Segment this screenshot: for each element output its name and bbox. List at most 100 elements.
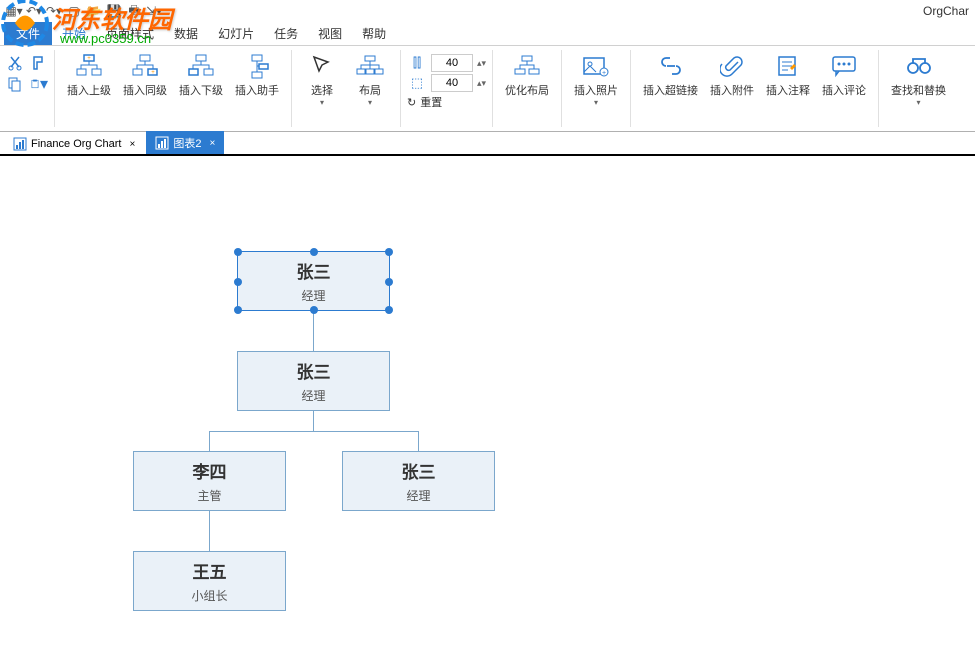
insert-hyperlink-button[interactable]: 插入超链接 [637, 50, 704, 100]
connector [209, 431, 419, 432]
node-name: 张三 [297, 358, 331, 383]
menu-start[interactable]: 开始 [52, 22, 96, 45]
quick-access-toolbar: ▦▾ ↶▾ ↷▾ ▢ 📂 💾 🖶 ⇲▾ [6, 3, 162, 19]
node-name: 张三 [402, 458, 436, 483]
titlebar: ▦▾ ↶▾ ↷▾ ▢ 📂 💾 🖶 ⇲▾ OrgChar [0, 0, 975, 22]
tab-label: 图表2 [173, 135, 201, 151]
superior-icon: + [73, 52, 105, 80]
node-name: 张三 [297, 258, 331, 283]
comment-icon [828, 52, 860, 80]
select-button[interactable]: 选择 ▾ [298, 50, 346, 109]
attachment-icon [716, 52, 748, 80]
menu-data[interactable]: 数据 [164, 22, 208, 45]
selection-handle[interactable] [234, 278, 242, 286]
assistant-icon [241, 52, 273, 80]
org-node-selected[interactable]: 张三 经理 [237, 251, 390, 311]
note-icon [772, 52, 804, 80]
cut-icon[interactable] [6, 54, 24, 72]
h-spacing-icon: ⫿⫿ [407, 55, 427, 71]
optimize-layout-button[interactable]: 优化布局 [499, 50, 555, 100]
connector [418, 431, 419, 451]
selection-handle[interactable] [234, 306, 242, 314]
undo-icon[interactable]: ↶▾ [26, 3, 42, 19]
stepper-icon[interactable]: ▴▾ [477, 78, 486, 89]
connector [313, 411, 314, 431]
binoculars-icon [903, 52, 935, 80]
reset-button[interactable]: ↻ 重置 [407, 94, 486, 110]
select-icon [306, 52, 338, 80]
menu-file[interactable]: 文件 [4, 22, 52, 45]
close-icon[interactable]: × [209, 138, 215, 149]
format-painter-icon[interactable] [30, 54, 48, 72]
find-group: 查找和替换 ▾ [879, 50, 958, 127]
select-layout-group: 选择 ▾ 布局 ▾ [292, 50, 401, 127]
optimize-group: 优化布局 [493, 50, 562, 127]
menu-slideshow[interactable]: 幻灯片 [208, 22, 264, 45]
qat-icon-1[interactable]: ▦▾ [6, 3, 22, 19]
node-title: 经理 [301, 287, 325, 304]
org-node[interactable]: 李四 主管 [133, 451, 286, 511]
node-title: 经理 [406, 487, 430, 504]
svg-text:+: + [602, 70, 606, 77]
insert-peer-button[interactable]: + 插入同级 [117, 50, 173, 100]
stepper-icon[interactable]: ▴▾ [477, 58, 486, 69]
svg-text:+: + [151, 70, 155, 76]
menu-help[interactable]: 帮助 [352, 22, 396, 45]
menu-page-style[interactable]: 页面样式 [96, 22, 164, 45]
node-title: 小组长 [191, 587, 227, 604]
canvas[interactable]: 张三 经理 张三 经理 李四 主管 张三 经理 王五 小组长 [0, 156, 975, 646]
insert-comment-button[interactable]: 插入评论 [816, 50, 872, 100]
clipboard-group: ▾ [0, 50, 55, 127]
image-icon: + [580, 52, 612, 80]
export-icon[interactable]: ⇲▾ [146, 3, 162, 19]
tab-finance[interactable]: Finance Org Chart × [4, 133, 144, 154]
open-icon[interactable]: 📂 [86, 3, 102, 19]
sub-icon [185, 52, 217, 80]
selection-handle[interactable] [385, 278, 393, 286]
selection-handle[interactable] [385, 248, 393, 256]
new-icon[interactable]: ▢ [66, 3, 82, 19]
close-icon[interactable]: × [129, 139, 135, 150]
menu-view[interactable]: 视图 [308, 22, 352, 45]
connector [313, 311, 314, 351]
node-title: 主管 [197, 487, 221, 504]
selection-handle[interactable] [234, 248, 242, 256]
insert-image-button[interactable]: + 插入照片 ▾ [568, 50, 624, 109]
org-node[interactable]: 王五 小组长 [133, 551, 286, 611]
insert-group: + 插入上级 + 插入同级 插入下级 插入助手 [55, 50, 292, 127]
image-group: + 插入照片 ▾ [562, 50, 631, 127]
tab-chart2[interactable]: 图表2 × [146, 131, 224, 154]
org-node[interactable]: 张三 经理 [237, 351, 390, 411]
redo-icon[interactable]: ↷▾ [46, 3, 62, 19]
selection-handle[interactable] [310, 306, 318, 314]
insert-note-button[interactable]: 插入注释 [760, 50, 816, 100]
svg-text:+: + [87, 56, 91, 62]
layout-button[interactable]: 布局 ▾ [346, 50, 394, 109]
insert-attachment-button[interactable]: 插入附件 [704, 50, 760, 100]
node-name: 王五 [193, 558, 227, 583]
chart-doc-icon [155, 136, 169, 150]
print-icon[interactable]: 🖶 [126, 3, 142, 19]
menu-task[interactable]: 任务 [264, 22, 308, 45]
menubar: 文件 开始 页面样式 数据 幻灯片 任务 视图 帮助 [0, 22, 975, 46]
insert-assistant-button[interactable]: 插入助手 [229, 50, 285, 100]
find-replace-button[interactable]: 查找和替换 ▾ [885, 50, 952, 109]
hyperlink-icon [655, 52, 687, 80]
copy-icon[interactable] [6, 75, 24, 93]
app-title: OrgChar [923, 4, 969, 18]
selection-handle[interactable] [310, 248, 318, 256]
connector [209, 431, 210, 451]
reset-icon: ↻ [407, 96, 416, 109]
save-icon[interactable]: 💾 [106, 3, 122, 19]
v-spacing-input[interactable] [431, 74, 473, 92]
connector [209, 511, 210, 551]
node-name: 李四 [193, 458, 227, 483]
node-title: 经理 [301, 387, 325, 404]
insert-superior-button[interactable]: + 插入上级 [61, 50, 117, 100]
insert-sub-button[interactable]: 插入下级 [173, 50, 229, 100]
h-spacing-input[interactable] [431, 54, 473, 72]
selection-handle[interactable] [385, 306, 393, 314]
org-node[interactable]: 张三 经理 [342, 451, 495, 511]
peer-icon: + [129, 52, 161, 80]
paste-icon[interactable]: ▾ [30, 75, 48, 93]
